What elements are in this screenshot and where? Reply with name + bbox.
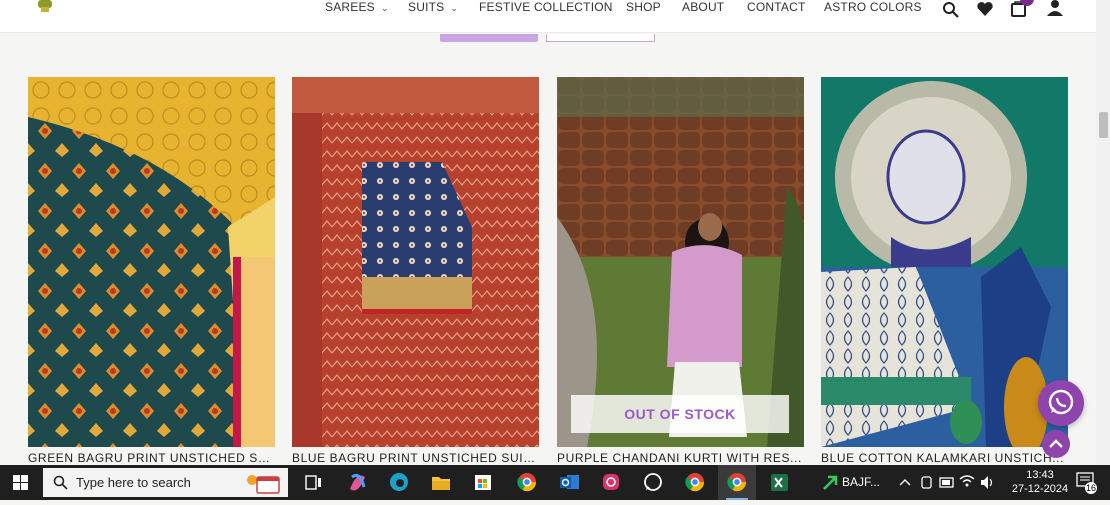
taskbar-search-box[interactable]: Type here to search [43, 468, 288, 497]
edge-icon[interactable] [380, 465, 418, 500]
product-card[interactable]: BLUE COTTON KALAMKARI UNSTICH... [821, 77, 1068, 465]
clock-time: 13:43 [1026, 469, 1054, 481]
chrome-icon [727, 473, 747, 492]
taskbar-app-label[interactable]: BAJF... [842, 465, 880, 500]
filter-tab-active[interactable] [440, 34, 538, 42]
product-image[interactable] [292, 77, 539, 447]
calendar-widget-icon [247, 475, 280, 494]
product-card[interactable]: GREEN BAGRU PRINT UNSTICHED SU... [28, 77, 275, 465]
windows-taskbar: Type here to search BAJF... 13:43 27-12-… [0, 465, 1110, 500]
heart-icon[interactable] [976, 0, 994, 18]
search-placeholder: Type here to search [76, 475, 191, 490]
notifications-button[interactable]: 16 [1074, 469, 1098, 496]
volume-icon[interactable] [978, 465, 996, 500]
page-scrollbar[interactable] [1096, 0, 1110, 465]
nav-item-festive-collection[interactable]: FESTIVE COLLECTION [479, 0, 613, 14]
file-explorer-icon[interactable] [422, 465, 460, 500]
nav-item-about[interactable]: ABOUT [682, 0, 724, 14]
search-icon[interactable] [942, 1, 960, 19]
chrome-icon[interactable] [508, 465, 546, 500]
instagram-icon[interactable] [592, 465, 630, 500]
chrome-active-window[interactable] [718, 465, 756, 500]
wifi-icon[interactable] [958, 465, 976, 500]
site-header: SAREES ⌄ SUITS ⌄ FESTIVE COLLECTION SHOP A… [0, 0, 1096, 33]
filter-tab[interactable] [546, 34, 655, 42]
nav-item-suits[interactable]: SUITS ⌄ [408, 0, 458, 15]
nav-item-shop[interactable]: SHOP [626, 0, 661, 14]
chevron-down-icon: ⌄ [380, 3, 389, 13]
brand-logo[interactable] [34, 0, 56, 14]
product-card[interactable]: BLUE BAGRU PRINT UNSTICHED SUIT... [292, 77, 539, 465]
chevron-down-icon: ⌄ [450, 3, 459, 13]
product-image[interactable]: OUT OF STOCK [557, 77, 804, 447]
out-of-stock-badge: OUT OF STOCK [571, 395, 789, 433]
product-title[interactable]: PURPLE CHANDANI KURTI WITH RES... [557, 450, 804, 466]
nav-item-astro-colors[interactable]: ASTRO COLORS [824, 0, 922, 14]
microsoft-store-icon[interactable] [464, 465, 502, 500]
product-card[interactable]: OUT OF STOCK PURPLE CHANDANI KURTI WITH … [557, 77, 804, 465]
nav-item-sarees[interactable]: SAREES ⌄ [325, 0, 389, 15]
clock-date: 27-12-2024 [1011, 483, 1069, 495]
meet-icon[interactable] [918, 465, 936, 500]
whatsapp-icon [1048, 389, 1074, 415]
user-icon[interactable] [1046, 0, 1064, 18]
taskbar-clock[interactable]: 13:43 27-12-2024 [1010, 468, 1070, 496]
whatsapp-chat-button[interactable] [1038, 380, 1084, 426]
notification-count: 16 [1085, 483, 1096, 493]
task-view-icon[interactable] [294, 465, 332, 500]
outlook-icon[interactable] [550, 465, 588, 500]
scrollbar-thumb[interactable] [1099, 112, 1108, 138]
nav-item-contact[interactable]: CONTACT [747, 0, 806, 14]
chevron-up-icon [1049, 439, 1063, 448]
search-icon [53, 475, 68, 490]
chrome-profile-icon[interactable] [676, 465, 714, 500]
back-to-top-button[interactable] [1042, 430, 1070, 458]
product-image[interactable] [821, 77, 1068, 447]
windows-start-icon[interactable] [0, 465, 42, 500]
product-title[interactable]: BLUE BAGRU PRINT UNSTICHED SUIT... [292, 450, 539, 466]
product-title[interactable]: BLUE COTTON KALAMKARI UNSTICH... [821, 450, 1068, 466]
chevron-up-icon[interactable] [896, 465, 914, 500]
copilot-icon[interactable] [338, 465, 376, 500]
product-image[interactable] [28, 77, 275, 447]
product-title[interactable]: GREEN BAGRU PRINT UNSTICHED SU... [28, 450, 275, 466]
excel-icon[interactable] [760, 465, 798, 500]
whatsapp-app-icon[interactable] [634, 465, 672, 500]
battery-icon[interactable] [938, 465, 956, 500]
